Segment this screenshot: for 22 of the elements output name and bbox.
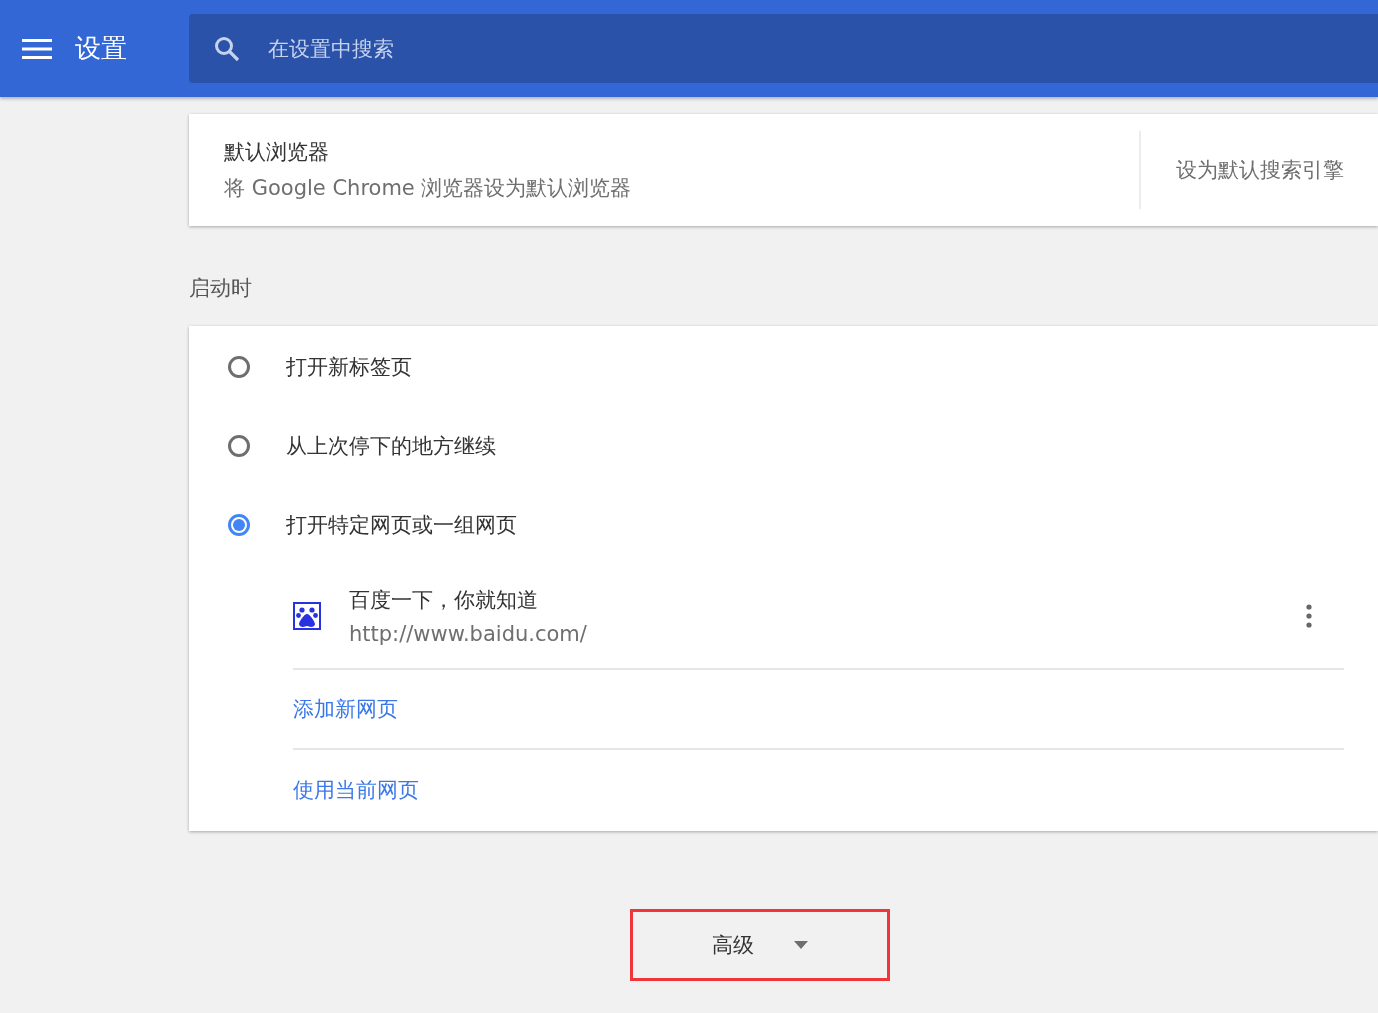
radio-label[interactable]: 打开特定网页或一组网页 [286, 510, 517, 539]
radio-label[interactable]: 打开新标签页 [286, 352, 412, 381]
radio-label[interactable]: 从上次停下的地方继续 [286, 431, 496, 460]
more-options-icon[interactable] [1305, 604, 1313, 628]
link[interactable]: 添加新网页 [293, 695, 398, 723]
caret-icon [794, 941, 808, 949]
set-default-button[interactable]: 设为默认搜索引擎 [1141, 156, 1378, 184]
advanced-button[interactable]: 高级 [702, 925, 818, 965]
link[interactable]: 使用当前网页 [293, 776, 419, 804]
menu-icon[interactable] [22, 37, 52, 60]
paw-icon [293, 602, 321, 630]
page-url: http://www.baidu.com/ [349, 622, 588, 646]
page-title: 设置 [75, 32, 128, 65]
radio-button[interactable] [228, 513, 250, 536]
setting-description: 将 Google Chrome 浏览器设为默认浏览器 [224, 175, 633, 202]
section-heading: 启动时 [189, 275, 252, 302]
search-icon [213, 34, 241, 63]
search-field[interactable]: 在设置中搜索 [266, 35, 870, 62]
radio-button[interactable] [228, 434, 250, 457]
setting-title: 默认浏览器 [224, 139, 330, 166]
radio-button[interactable] [228, 355, 250, 378]
page-title: 百度一下，你就知道 [349, 587, 539, 614]
